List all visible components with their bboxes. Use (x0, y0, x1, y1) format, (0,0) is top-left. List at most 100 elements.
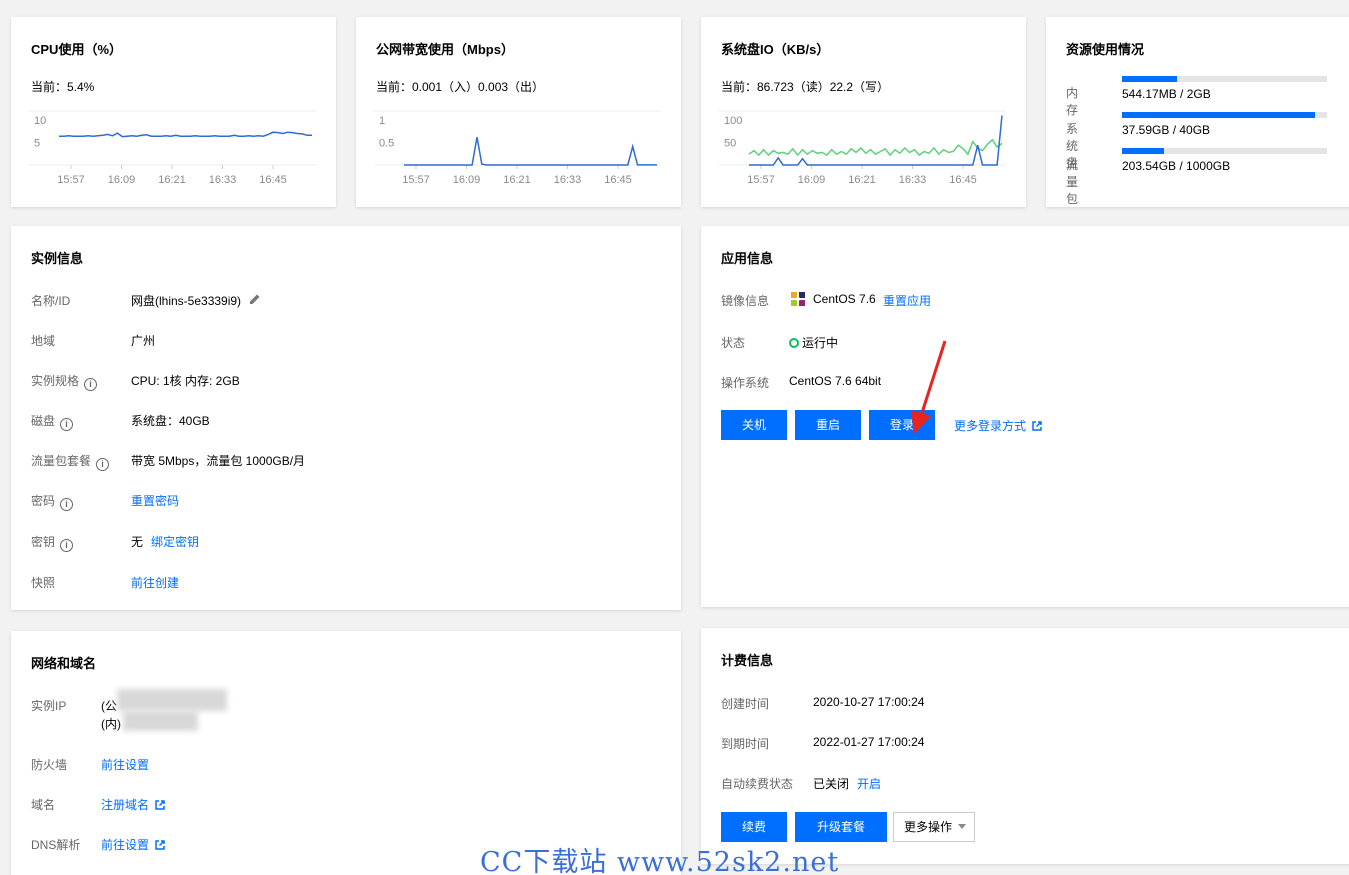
name-label: 名称/ID (31, 294, 71, 308)
series-line (748, 138, 1003, 157)
resource-value: 544.17MB / 2GB (1122, 87, 1211, 101)
y-tick-label: 5 (34, 138, 40, 150)
snapshot-label: 快照 (31, 576, 56, 590)
cpu-card: CPU使用（%） 当前：5.4% 10 5 15:57 16:09 16:21 16:33… (11, 17, 336, 207)
spec-value: CPU: 1核 内存: 2GB (131, 374, 240, 388)
shutdown-button[interactable]: 关机 (721, 410, 787, 440)
bandwidth-chart: 1 0.5 15:57 16:09 16:21 16:33 16:45 (374, 110, 661, 186)
billing-title: 计费信息 (721, 653, 774, 668)
upgrade-plan-button[interactable]: 升级套餐 (795, 812, 887, 842)
status-label: 状态 (721, 336, 746, 350)
resource-bar (1122, 76, 1327, 82)
centos-logo-icon (791, 292, 805, 306)
key-label: 密钥 i (31, 533, 74, 552)
y-tick-label: 10 (34, 115, 46, 127)
y-tick-label: 100 (724, 115, 742, 127)
more-actions-label: 更多操作 (904, 820, 953, 834)
more-actions-dropdown[interactable]: 更多操作 (893, 812, 975, 842)
name-value: 网盘(lhins-5e3339i9) (131, 294, 242, 308)
info-icon[interactable]: i (84, 378, 98, 391)
password-label-text: 密码 (31, 494, 56, 508)
info-icon[interactable]: i (96, 458, 110, 471)
resource-value: 37.59GB / 40GB (1122, 123, 1211, 137)
info-icon[interactable]: i (60, 418, 74, 431)
resource-bar-fill (1122, 112, 1315, 118)
os-value: CentOS 7.6 64bit (789, 374, 882, 388)
cpu-title: CPU使用（%） (31, 42, 123, 57)
disk-label-text: 磁盘 (31, 414, 56, 428)
created-value: 2020-10-27 17:00:24 (813, 695, 925, 709)
create-snapshot-link[interactable]: 前往创建 (131, 574, 179, 591)
network-title: 网络和域名 (31, 656, 97, 671)
series-line (404, 136, 657, 166)
resource-bar (1122, 148, 1327, 154)
edit-pencil-icon[interactable] (249, 293, 261, 305)
y-tick-label: 0.5 (379, 138, 394, 150)
external-link-icon (155, 840, 165, 850)
firewall-label: 防火墙 (31, 758, 68, 772)
disk-value: 系统盘：40GB (131, 414, 210, 428)
status-text: 运行中 (802, 336, 839, 350)
enable-auto-renew-link[interactable]: 开启 (857, 775, 881, 792)
resource-bar (1122, 112, 1327, 118)
disk-io-card: 系统盘IO（KB/s） 当前：86.723（读）22.2（写） 100 50 15:… (701, 17, 1026, 207)
firewall-setting-link[interactable]: 前往设置 (101, 756, 149, 773)
running-status-icon (789, 338, 799, 348)
billing-card: 计费信息 创建时间 2020-10-27 17:00:24 到期时间 2022-… (701, 628, 1349, 864)
x-tick-label: 16:33 (209, 174, 237, 186)
resources-card: 资源使用情况 内存 544.17MB / 2GB 系统盘 37.59GB / 4… (1046, 17, 1349, 207)
instance-card: 实例信息 名称/ID 网盘(lhins-5e3339i9) 地域 广州 实例规格… (11, 226, 681, 610)
traffic-label-text: 流量包套餐 (31, 454, 92, 468)
annotation-arrow-icon (911, 340, 947, 434)
expire-value: 2022-01-27 17:00:24 (813, 735, 925, 749)
spec-label-text: 实例规格 (31, 374, 80, 388)
y-tick-label: 1 (379, 115, 385, 127)
dns-setting-link[interactable]: 前往设置 (101, 836, 165, 853)
x-tick-label: 16:45 (259, 174, 287, 186)
x-tick-label: 16:09 (108, 174, 136, 186)
x-tick-label: 16:21 (503, 174, 531, 186)
register-domain-link[interactable]: 注册域名 (101, 796, 165, 813)
password-label: 密码 i (31, 492, 74, 511)
bandwidth-title: 公网带宽使用（Mbps） (376, 42, 514, 57)
app-title: 应用信息 (721, 251, 774, 266)
resource-label: 内存 (1066, 86, 1079, 117)
y-tick-label: 50 (724, 138, 736, 150)
x-tick-label: 16:21 (158, 174, 186, 186)
info-icon[interactable]: i (60, 539, 74, 552)
x-tick-label: 16:33 (899, 174, 927, 186)
private-ip-prefix: (内) (101, 717, 121, 731)
more-login-link[interactable]: 更多登录方式 (954, 417, 1042, 434)
traffic-value: 带宽 5Mbps，流量包 1000GB/月 (131, 454, 306, 468)
traffic-label: 流量包套餐 i (31, 452, 110, 471)
disk-io-chart: 100 50 15:57 16:09 16:21 16:33 16:45 (719, 110, 1006, 186)
expire-label: 到期时间 (721, 737, 770, 751)
reset-password-link[interactable]: 重置密码 (131, 492, 179, 509)
resource-label: 流量包 (1066, 158, 1079, 206)
x-tick-label: 16:09 (453, 174, 481, 186)
x-tick-label: 16:45 (604, 174, 632, 186)
key-value: 无 (131, 535, 144, 549)
bandwidth-card: 公网带宽使用（Mbps） 当前：0.001（入）0.003（出） 1 0.5 15:… (356, 17, 681, 207)
x-tick-label: 16:33 (554, 174, 582, 186)
resource-bar-fill (1122, 76, 1177, 82)
restart-button[interactable]: 重启 (795, 410, 861, 440)
renew-button[interactable]: 续费 (721, 812, 787, 842)
external-link-icon (155, 800, 165, 810)
reset-app-link[interactable]: 重置应用 (883, 292, 931, 309)
info-icon[interactable]: i (60, 498, 74, 511)
disk-label: 磁盘 i (31, 412, 74, 431)
app-card: 应用信息 镜像信息 CentOS 7.6 重置应用 状态 运行中 操作系统 Ce… (701, 226, 1349, 607)
created-label: 创建时间 (721, 697, 770, 711)
series-line (749, 115, 1003, 166)
x-tick-label: 15:57 (57, 174, 85, 186)
series-line (59, 131, 312, 138)
status-value: 运行中 (789, 334, 838, 351)
caret-down-icon (958, 824, 966, 829)
more-login-text: 更多登录方式 (954, 419, 1027, 433)
x-tick-label: 15:57 (402, 174, 430, 186)
bind-key-link[interactable]: 绑定密钥 (151, 533, 199, 550)
image-label: 镜像信息 (721, 294, 770, 308)
ip-label: 实例IP (31, 699, 67, 713)
watermark-text: CC下载站 www.52sk2.net (480, 847, 840, 875)
